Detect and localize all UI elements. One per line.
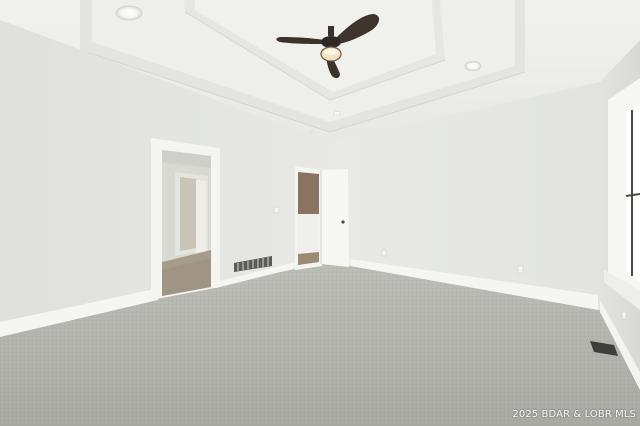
- door-handle: [341, 220, 345, 224]
- window-right: [604, 78, 640, 310]
- recessed-light-icon: [333, 110, 341, 116]
- wall-outlet: [517, 265, 524, 274]
- recessed-light-icon: [464, 61, 482, 71]
- light-switch: [273, 206, 280, 214]
- doorway-left: [151, 138, 220, 300]
- room-photo: 2025 BDAR & LOBR MLS: [0, 0, 640, 426]
- wall-outlet: [621, 311, 627, 320]
- doorway-back: [295, 166, 349, 270]
- listing-watermark: 2025 BDAR & LOBR MLS: [512, 409, 636, 420]
- smoke-detector: [309, 130, 315, 134]
- open-door: [321, 169, 349, 267]
- room-scene: [0, 0, 640, 426]
- wall-outlet: [381, 249, 387, 257]
- recessed-light-icon: [115, 5, 143, 21]
